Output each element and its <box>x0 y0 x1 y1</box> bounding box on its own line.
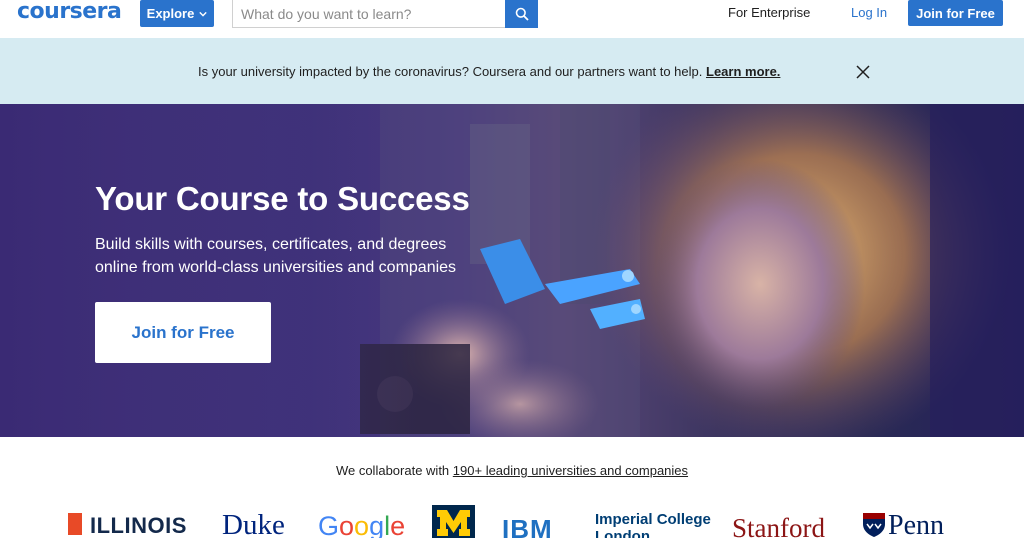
search-icon <box>515 7 529 21</box>
join-for-free-header-button[interactable]: Join for Free <box>908 0 1003 26</box>
penn-wordmark: Penn <box>888 510 944 538</box>
partners-intro: We collaborate with 190+ leading univers… <box>0 463 1024 478</box>
google-letter-o1: o <box>339 511 355 538</box>
penn-shield-icon <box>863 513 885 537</box>
duke-logo[interactable]: Duke <box>222 509 285 538</box>
google-logo[interactable]: Google <box>318 511 405 538</box>
hero-subtitle: Build skills with courses, certificates,… <box>95 233 495 279</box>
top-header: coursera Explore What do you want to lea… <box>0 0 1024 38</box>
hero-section: Your Course to Success Build skills with… <box>0 104 1024 437</box>
google-letter-g2: g <box>369 511 385 538</box>
illinois-i-mark <box>68 513 82 535</box>
explore-button[interactable]: Explore <box>140 0 214 27</box>
imperial-line-2: London <box>595 528 650 538</box>
google-letter-o2: o <box>354 511 370 538</box>
google-letter-g: G <box>318 511 340 538</box>
partner-logos-row: ILLINOIS Duke Google IBM Imperial Colleg… <box>0 503 1024 538</box>
university-of-michigan-logo[interactable] <box>432 505 475 538</box>
banner-message-text: Is your university impacted by the coron… <box>198 64 703 79</box>
imperial-college-london-logo[interactable]: Imperial College London <box>595 511 711 538</box>
chevron-down-icon <box>199 11 208 17</box>
ibm-logo[interactable]: IBM <box>502 514 553 538</box>
banner-message: Is your university impacted by the coron… <box>198 64 780 79</box>
google-letter-e: e <box>390 511 406 538</box>
illinois-wordmark: ILLINOIS <box>90 513 187 538</box>
coursera-logo[interactable]: coursera <box>17 0 122 24</box>
penn-logo[interactable]: Penn <box>862 510 944 538</box>
imperial-line-1: Imperial College <box>595 511 711 528</box>
explore-label: Explore <box>146 6 195 21</box>
illinois-logo[interactable]: ILLINOIS <box>68 513 187 538</box>
partners-intro-text: We collaborate with <box>335 463 450 478</box>
partners-link[interactable]: 190+ leading universities and companies <box>453 463 688 478</box>
hero-title: Your Course to Success <box>95 180 470 217</box>
join-for-free-hero-button[interactable]: Join for Free <box>95 302 271 363</box>
log-in-link[interactable]: Log In <box>851 5 887 20</box>
coursera-homepage: coursera Explore What do you want to lea… <box>0 0 1024 538</box>
search-button[interactable] <box>505 0 538 28</box>
umich-block-m-icon <box>437 510 470 536</box>
hero-subtitle-line-2: online from world-class universities and… <box>95 259 457 276</box>
close-icon[interactable] <box>855 64 871 80</box>
for-enterprise-link[interactable]: For Enterprise <box>728 5 810 20</box>
learn-more-link[interactable]: Learn more. <box>706 64 780 79</box>
search-input[interactable]: What do you want to learn? <box>232 0 506 28</box>
stanford-logo[interactable]: Stanford <box>732 513 825 538</box>
hero-subtitle-line-1: Build skills with courses, certificates,… <box>95 236 447 253</box>
coronavirus-banner: Is your university impacted by the coron… <box>0 38 1024 104</box>
search-placeholder: What do you want to learn? <box>241 5 412 22</box>
